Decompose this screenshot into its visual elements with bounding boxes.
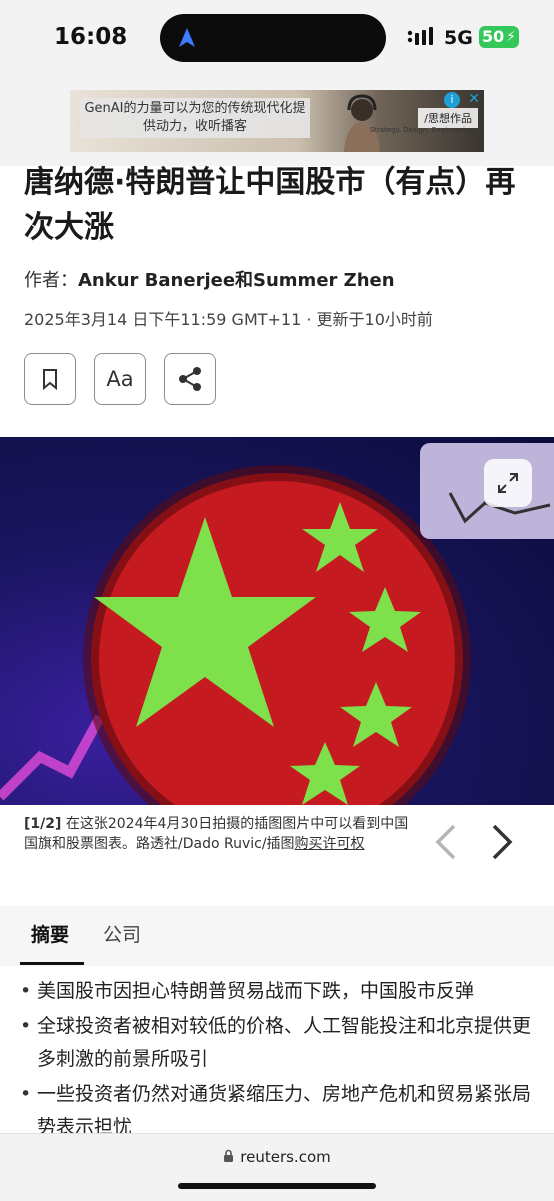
info-icon[interactable]: i bbox=[444, 92, 460, 108]
lock-icon bbox=[224, 1149, 234, 1162]
active-tab-indicator bbox=[20, 962, 84, 965]
navigation-arrow-icon bbox=[179, 28, 195, 47]
previous-photo-icon[interactable] bbox=[432, 822, 460, 862]
list-item: 全球投资者被相对较低的价格、人工智能投注和北京提供更多刺激的前景所吸引 bbox=[20, 1010, 536, 1076]
photo-caption: [1/2] 在这张2024年4月30日拍摄的插图图片中可以看到中国国旗和股票图表… bbox=[24, 814, 414, 854]
ad-banner[interactable]: GenAI的力量可以为您的传统现代化提供动力，收听播客 /思想作品 Strate… bbox=[70, 90, 484, 152]
photo-index: [1/2] bbox=[24, 816, 62, 832]
battery-indicator: 50 ⚡ bbox=[479, 26, 519, 48]
tab-bar bbox=[0, 906, 554, 966]
article-headline: 唐纳德·特朗普让中国股市（有点）再次大涨 bbox=[24, 165, 516, 245]
charging-icon: ⚡ bbox=[506, 29, 516, 45]
ad-brand: /思想作品 bbox=[418, 108, 478, 128]
battery-level: 50 bbox=[482, 27, 505, 46]
signal-icon bbox=[407, 27, 433, 45]
bookmark-button[interactable] bbox=[24, 353, 76, 405]
share-icon bbox=[179, 367, 201, 391]
font-size-button[interactable]: Aa bbox=[94, 353, 146, 405]
url-text: reuters.com bbox=[240, 1148, 331, 1166]
license-link[interactable]: 购买许可权 bbox=[295, 836, 365, 852]
ad-banner-area: GenAI的力量可以为您的传统现代化提供动力，收听播客 /思想作品 Strate… bbox=[0, 80, 554, 166]
bookmark-icon bbox=[43, 369, 57, 390]
author-links[interactable]: Ankur Banerjee和Summer Zhen bbox=[78, 270, 395, 291]
network-type: 5G bbox=[444, 27, 473, 49]
browser-url-bar[interactable] bbox=[0, 1133, 554, 1201]
url-display[interactable]: reuters.com bbox=[0, 1148, 554, 1166]
list-item: 美国股市因担心特朗普贸易战而下跌，中国股市反弹 bbox=[20, 975, 536, 1008]
share-button[interactable] bbox=[164, 353, 216, 405]
tab-summary[interactable]: 摘要 bbox=[31, 920, 69, 947]
dynamic-island bbox=[160, 14, 386, 62]
byline: 作者：Ankur Banerjee和Summer Zhen bbox=[24, 266, 395, 292]
home-indicator[interactable] bbox=[178, 1183, 376, 1189]
status-time: 16:08 bbox=[54, 24, 128, 50]
ad-photo bbox=[344, 94, 380, 152]
ad-tagline: Strategy. Design. Engineering. bbox=[369, 126, 476, 134]
dateline: 2025年3月14 日下午11:59 GMT+11 · 更新于10小时前 bbox=[24, 310, 433, 329]
byline-prefix: 作者： bbox=[24, 270, 78, 291]
expand-icon bbox=[498, 473, 518, 493]
ad-text[interactable]: GenAI的力量可以为您的传统现代化提供动力，收听播客 bbox=[80, 98, 310, 138]
close-icon[interactable]: ✕ bbox=[468, 91, 480, 107]
next-photo-icon[interactable] bbox=[488, 822, 516, 862]
tab-companies[interactable]: 公司 bbox=[103, 920, 141, 947]
summary-list: 美国股市因担心特朗普贸易战而下跌，中国股市反弹 全球投资者被相对较低的价格、人工… bbox=[20, 975, 536, 1146]
expand-button[interactable] bbox=[484, 459, 532, 507]
